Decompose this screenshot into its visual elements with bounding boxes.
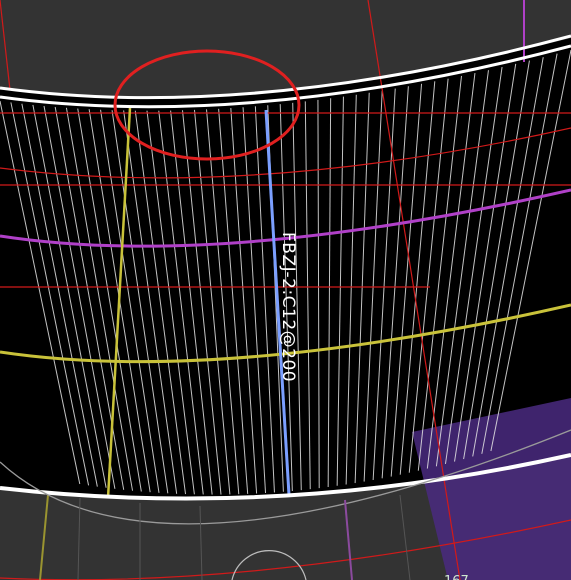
purple-small-line: [344, 499, 353, 580]
column-half-circle: [231, 550, 307, 580]
partial-tag-label: 167: [444, 574, 469, 580]
yellow-vertical-line-lower: [39, 494, 49, 580]
drawing-canvas[interactable]: FBZJ-2:C12@200 167: [0, 0, 571, 580]
cad-viewport[interactable]: FBZJ-2:C12@200 167: [0, 0, 571, 580]
lower-radials: [77, 494, 411, 580]
rebar-label: FBZJ-2:C12@200: [278, 232, 298, 382]
